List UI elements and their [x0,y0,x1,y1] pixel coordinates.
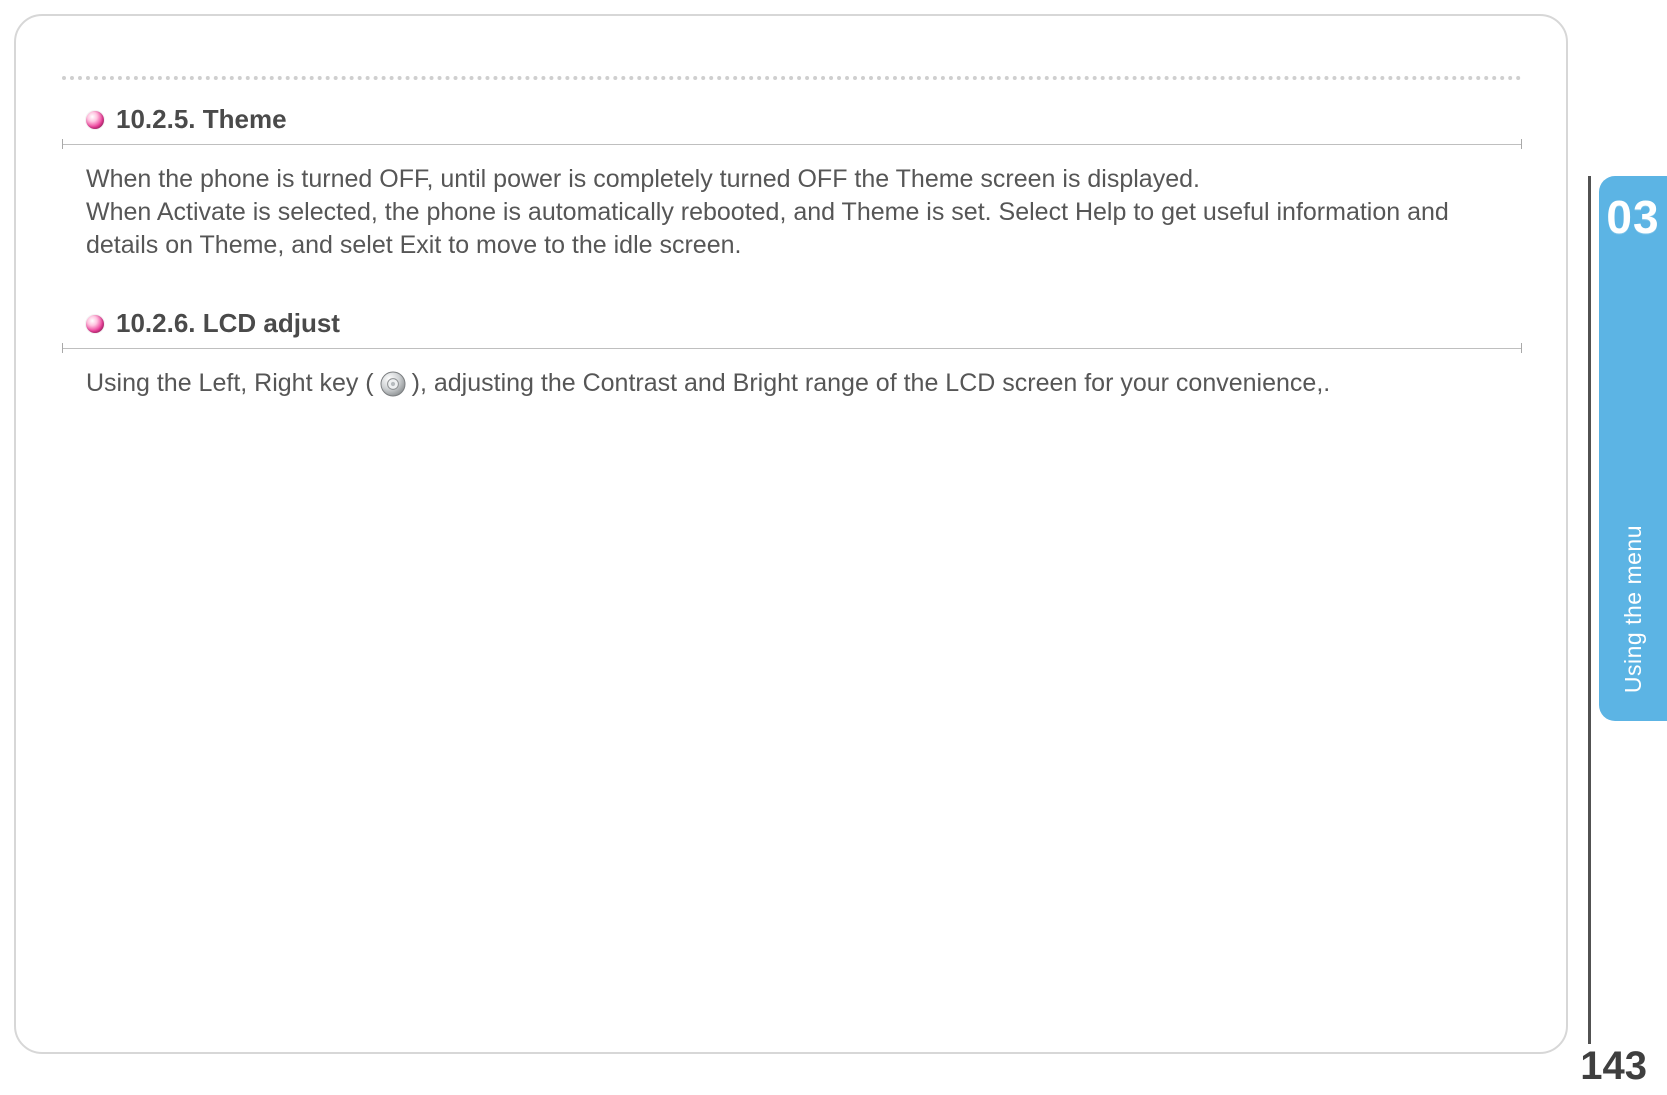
page-frame: 10.2.5. Theme When the phone is turned O… [14,14,1568,1054]
bullet-icon [86,111,104,129]
section-head: 10.2.6. LCD adjust [62,308,1522,339]
section-lcd-adjust: 10.2.6. LCD adjust Using the Left, Right… [62,308,1522,400]
section-body: Using the Left, Right key ( ), adj [62,367,1522,400]
section-title: 10.2.5. Theme [116,104,287,135]
dotted-divider [62,76,1522,80]
chapter-label: Using the menu [1620,525,1647,693]
section-title: 10.2.6. LCD adjust [116,308,340,339]
page-number: 143 [1580,1044,1647,1089]
section-head: 10.2.5. Theme [62,104,1522,135]
body-text-after: ), adjusting the Contrast and Bright ran… [412,367,1331,400]
section-rule [62,345,1522,353]
chapter-number: 03 [1606,190,1659,244]
section-rule [62,141,1522,149]
bullet-icon [86,315,104,333]
vertical-rule [1588,176,1591,1044]
section-theme: 10.2.5. Theme When the phone is turned O… [62,104,1522,262]
nav-key-icon [380,371,406,397]
tab-label-wrap: Using the menu [1599,244,1667,699]
section-body: When the phone is turned OFF, until powe… [62,163,1522,262]
chapter-side-tab: 03 Using the menu [1599,176,1667,721]
body-text-before: Using the Left, Right key ( [86,367,374,400]
